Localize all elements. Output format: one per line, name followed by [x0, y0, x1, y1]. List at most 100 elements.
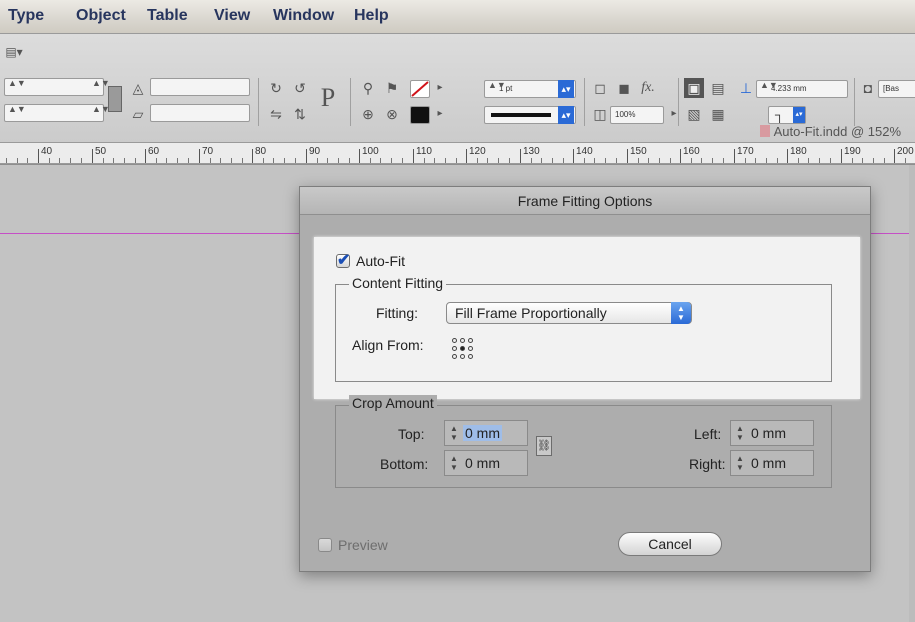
- fill-dropdown-icon[interactable]: ▸: [430, 78, 450, 98]
- ruler-minor-tick: [659, 158, 660, 163]
- ruler-tick: [359, 149, 360, 163]
- document-title-text: Auto-Fit.indd @ 152%: [773, 124, 901, 139]
- select-container-icon[interactable]: ⚲: [358, 78, 378, 98]
- corner-shape-icon: ┐: [775, 107, 785, 122]
- ruler-minor-tick: [188, 158, 189, 163]
- menu-type[interactable]: Type: [8, 7, 44, 25]
- ruler-minor-tick: [905, 158, 906, 163]
- stroke-type-dropdown-icon[interactable]: ▴▾: [558, 106, 574, 124]
- select-content-icon[interactable]: ⚑: [382, 78, 402, 98]
- ruler-number: 170: [737, 146, 754, 157]
- fill-swatch[interactable]: [410, 80, 430, 98]
- crop-right-field[interactable]: ▲ ▼ 0 mm: [730, 450, 814, 476]
- y-stepper-right-icon[interactable]: ▲▼: [92, 105, 110, 120]
- ruler-minor-tick: [563, 158, 564, 163]
- gap-stepper-icon[interactable]: ▲▼: [760, 81, 778, 96]
- ruler-minor-tick: [638, 158, 639, 163]
- none-swatch-icon: [411, 81, 429, 97]
- auto-fit-checkbox[interactable]: ✔: [336, 252, 350, 269]
- crop-top-field[interactable]: ▲ ▼ 0 mm: [444, 420, 528, 446]
- constrain-proportions-icon[interactable]: [108, 86, 122, 112]
- select-previous-icon[interactable]: ⊕: [358, 104, 378, 124]
- document-title: Auto-Fit.indd @ 152%: [759, 124, 901, 139]
- toolbar-separator-3: [584, 78, 585, 126]
- chain-link-icon[interactable]: ⛓: [536, 436, 552, 456]
- shear-field[interactable]: [150, 104, 250, 122]
- panel-menu-icon[interactable]: ▤▾: [4, 42, 24, 62]
- ruler-minor-tick: [220, 158, 221, 163]
- opacity-icon[interactable]: ◼: [614, 78, 634, 98]
- object-style-icon: ◘: [863, 80, 873, 96]
- ruler-minor-tick: [177, 158, 178, 163]
- ruler-minor-tick: [156, 158, 157, 163]
- ruler-number: 160: [683, 146, 700, 157]
- menu-table[interactable]: Table: [147, 7, 188, 25]
- flip-horizontal-icon[interactable]: ⇋: [266, 104, 286, 124]
- ruler-number: 90: [309, 146, 321, 157]
- stroke-swatch[interactable]: [410, 106, 430, 124]
- menu-help[interactable]: Help: [354, 7, 389, 25]
- corner-shape-field[interactable]: ┐ ▴▾: [768, 106, 806, 124]
- menu-view[interactable]: View: [214, 7, 250, 25]
- crop-right-label: Right:: [689, 456, 726, 472]
- text-wrap-icon[interactable]: ▣: [684, 78, 704, 98]
- gap-icon: ⊥: [739, 80, 753, 96]
- horizontal-ruler[interactable]: 40 50 60 70 80 90 100 110 120 130 140 150 160 170 180 1…: [0, 142, 915, 164]
- effects-icon[interactable]: fx.: [638, 78, 658, 98]
- crop-bottom-stepper-icon[interactable]: ▲ ▼: [449, 454, 459, 472]
- wrap-jump-icon[interactable]: ▦: [708, 104, 728, 124]
- ruler-minor-tick: [777, 158, 778, 163]
- ruler-number: 180: [790, 146, 807, 157]
- crop-left-stepper-icon[interactable]: ▲ ▼: [735, 424, 745, 442]
- menu-object[interactable]: Object: [76, 7, 126, 25]
- ruler-minor-tick: [445, 158, 446, 163]
- flip-vertical-icon[interactable]: ⇅: [290, 104, 310, 124]
- ruler-tick: [520, 149, 521, 163]
- rotate-cw-icon[interactable]: ↻: [266, 78, 286, 98]
- ruler-tick: [627, 149, 628, 163]
- x-stepper-right-icon[interactable]: ▲▼: [92, 79, 110, 94]
- drop-shadow-icon[interactable]: ◻: [590, 78, 610, 98]
- auto-fit-label[interactable]: Auto-Fit: [356, 253, 405, 269]
- ruler-minor-tick: [317, 158, 318, 163]
- wrap-bounding-icon[interactable]: ▤: [708, 78, 728, 98]
- scale-icon: ◫: [593, 106, 607, 122]
- stroke-weight-dropdown-icon[interactable]: ▴▾: [558, 80, 574, 98]
- ruler-number: 40: [41, 146, 53, 157]
- crop-bottom-field[interactable]: ▲ ▼ 0 mm: [444, 450, 528, 476]
- stroke-dropdown-icon[interactable]: ▸: [430, 104, 450, 124]
- crop-bottom-value: 0 mm: [465, 455, 500, 471]
- ruler-tick: [680, 149, 681, 163]
- ruler-tick: [306, 149, 307, 163]
- scale-field[interactable]: 100%: [610, 106, 664, 124]
- reference-point-icon[interactable]: [452, 338, 474, 360]
- ruler-tick: [734, 149, 735, 163]
- object-style-field[interactable]: [Bas: [878, 80, 915, 98]
- preview-label[interactable]: Preview: [338, 537, 388, 553]
- ruler-minor-tick: [391, 158, 392, 163]
- ruler-number: 130: [523, 146, 540, 157]
- rotate-ccw-icon[interactable]: ↺: [290, 78, 310, 98]
- rotation-field[interactable]: [150, 78, 250, 96]
- preview-checkbox[interactable]: [318, 538, 332, 552]
- fitting-select[interactable]: Fill Frame Proportionally ▲ ▼: [446, 302, 692, 324]
- crop-right-stepper-icon[interactable]: ▲ ▼: [735, 454, 745, 472]
- crop-left-field[interactable]: ▲ ▼ 0 mm: [730, 420, 814, 446]
- stroke-weight-stepper-icon[interactable]: ▲▼: [488, 81, 506, 96]
- toolbar-separator-2: [350, 78, 351, 126]
- crop-top-stepper-icon[interactable]: ▲ ▼: [449, 424, 459, 442]
- cancel-button[interactable]: Cancel: [618, 532, 722, 556]
- object-style-value: [Bas: [883, 84, 900, 93]
- ruler-minor-tick: [103, 158, 104, 163]
- ruler-minor-tick: [49, 158, 50, 163]
- wrap-object-icon[interactable]: ▧: [684, 104, 704, 124]
- menu-window[interactable]: Window: [273, 7, 334, 25]
- dialog-title: Frame Fitting Options: [300, 187, 870, 215]
- scale-dropdown-icon[interactable]: ▸: [664, 104, 684, 124]
- ruler-number: 100: [362, 146, 379, 157]
- x-stepper-icon[interactable]: ▲▼: [8, 79, 26, 94]
- y-stepper-icon[interactable]: ▲▼: [8, 105, 26, 120]
- corner-shape-dropdown-icon[interactable]: ▴▾: [793, 107, 805, 123]
- ruler-minor-tick: [380, 158, 381, 163]
- select-next-icon[interactable]: ⊗: [382, 104, 402, 124]
